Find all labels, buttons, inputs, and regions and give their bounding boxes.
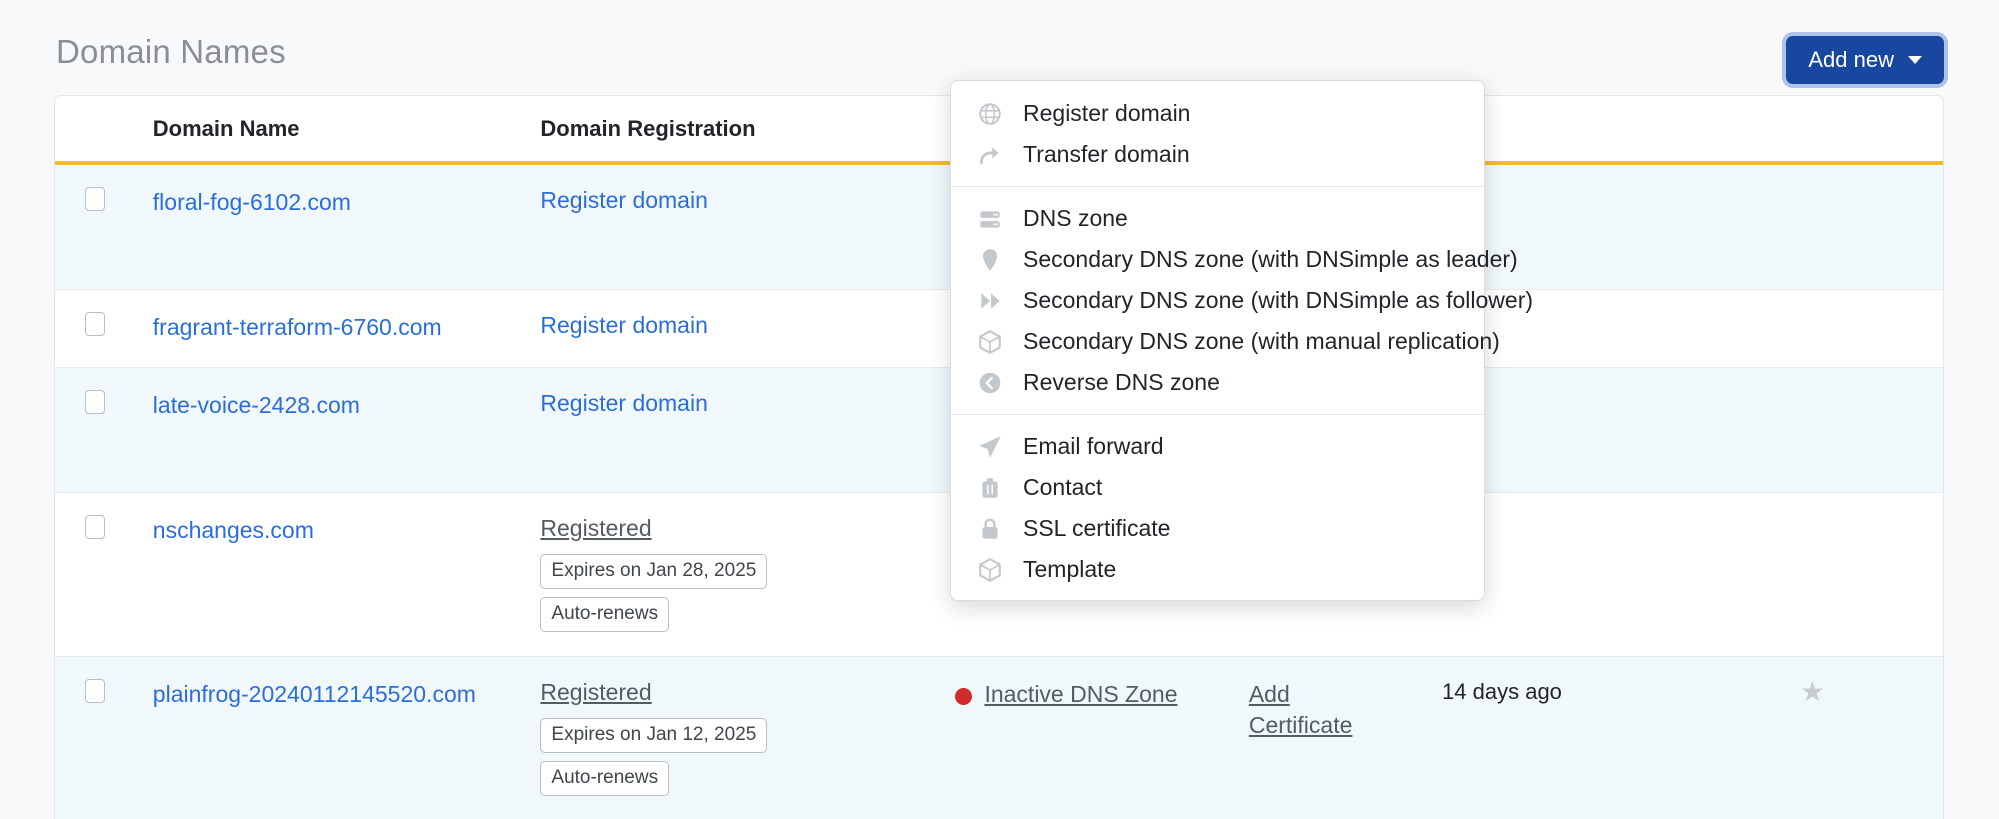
add-new-button[interactable]: Add new — [1786, 36, 1944, 84]
registration-badge: Expires on Jan 28, 2025 — [540, 554, 768, 589]
add-new-dropdown-menu[interactable]: Register domain Transfer domain DNS zone Se… — [950, 80, 1533, 601]
menu-item-label: Register domain — [1023, 100, 1191, 126]
domain-registration-cell: Registered Expires on Jan 12, 2025 Auto-re… — [540, 656, 956, 819]
row-checkbox[interactable] — [85, 390, 105, 414]
menu-item-dns-zone[interactable]: DNS zone — [951, 198, 1484, 239]
register-domain-link[interactable]: Register domain — [540, 187, 707, 213]
domain-name-cell: fragrant-terraform-6760.com — [152, 289, 541, 368]
star-icon[interactable]: ★ — [1800, 676, 1825, 707]
menu-separator — [951, 414, 1484, 415]
menu-item-label: Email forward — [1023, 433, 1164, 459]
row-select-cell — [55, 163, 153, 290]
menu-item-register-domain[interactable]: Register domain — [951, 93, 1484, 134]
column-header-domain-name: Domain Name — [152, 96, 541, 165]
menu-item-secondary-dns-zone-with-dnsimple-as-leader[interactable]: Secondary DNS zone (with DNSimple as lea… — [951, 239, 1518, 280]
arrow-redo-icon — [977, 142, 1003, 168]
dns-status-line: Inactive DNS Zone — [955, 679, 1238, 710]
updated-cell: 14 days ago — [1442, 656, 1800, 819]
registration-badges: Expires on Jan 12, 2025 Auto-renews — [540, 718, 840, 796]
updated-timestamp: 14 days ago — [1442, 679, 1562, 704]
row-checkbox[interactable] — [85, 312, 105, 336]
domain-registration-cell: Register domain — [540, 367, 956, 493]
domain-name-link[interactable]: fragrant-terraform-6760.com — [153, 314, 442, 340]
registration-status-link[interactable]: Registered — [540, 515, 651, 541]
caret-down-icon — [1908, 56, 1922, 64]
column-header-domain-registration: Domain Registration — [540, 96, 956, 165]
menu-item-label: Template — [1023, 556, 1117, 582]
briefcase-icon — [977, 475, 1003, 501]
register-domain-link[interactable]: Register domain — [540, 390, 707, 416]
double-arrow-icon — [977, 288, 1003, 314]
cube-icon — [977, 557, 1003, 583]
row-select-cell — [55, 367, 153, 493]
row-select-cell — [55, 289, 153, 368]
menu-item-label: Secondary DNS zone (with manual replicat… — [1023, 328, 1500, 354]
register-domain-link[interactable]: Register domain — [540, 312, 707, 338]
page-title: Domain Names — [56, 33, 286, 70]
add-new-label: Add new — [1808, 47, 1894, 72]
menu-item-secondary-dns-zone-with-dnsimple-as-follower[interactable]: Secondary DNS zone (with DNSimple as fol… — [951, 280, 1533, 321]
updated-cell — [1442, 492, 1800, 657]
lock-icon — [977, 516, 1003, 542]
favorite-cell — [1799, 492, 1943, 657]
menu-item-template[interactable]: Template — [951, 549, 1484, 590]
status-dot-inactive-icon — [955, 688, 973, 705]
add-certificate-link[interactable]: Add Certificate — [1249, 679, 1379, 741]
dns-zone-status-link[interactable]: Inactive DNS Zone — [984, 679, 1177, 710]
globe-icon — [977, 101, 1003, 127]
column-header-updated — [1442, 96, 1800, 165]
ssl-certificate-cell: Add Certificate — [1248, 656, 1443, 819]
menu-item-label: SSL certificate — [1023, 515, 1171, 541]
menu-item-transfer-domain[interactable]: Transfer domain — [951, 134, 1484, 175]
paper-plane-icon — [977, 434, 1003, 460]
menu-item-ssl-certificate[interactable]: SSL certificate — [951, 508, 1484, 549]
updated-cell — [1442, 367, 1800, 493]
row-checkbox[interactable] — [85, 515, 105, 539]
favorite-cell: ★ — [1799, 656, 1943, 819]
column-header-select — [55, 96, 153, 165]
domain-name-cell: late-voice-2428.com — [152, 367, 541, 493]
menu-item-label: Reverse DNS zone — [1023, 369, 1220, 395]
domain-name-link[interactable]: nschanges.com — [153, 517, 314, 543]
domain-name-cell: plainfrog-20240112145520.com — [152, 656, 541, 819]
domain-name-cell: floral-fog-6102.com — [152, 163, 541, 290]
registration-badge: Auto-renews — [540, 597, 670, 632]
page-root: Domain Names Add new Domain Name Domain … — [0, 0, 1999, 819]
domain-name-cell: nschanges.com — [152, 492, 541, 657]
domain-name-link[interactable]: late-voice-2428.com — [153, 392, 360, 418]
favorite-cell — [1799, 367, 1943, 493]
domain-registration-cell: Registered Expires on Jan 28, 2025 Auto-re… — [540, 492, 956, 657]
server-icon — [977, 206, 1003, 232]
row-select-cell — [55, 492, 153, 657]
menu-item-label: Secondary DNS zone (with DNSimple as lea… — [1023, 246, 1518, 272]
menu-item-email-forward[interactable]: Email forward — [951, 426, 1484, 467]
menu-item-secondary-dns-zone-with-manual-replication[interactable]: Secondary DNS zone (with manual replicat… — [951, 321, 1500, 362]
menu-item-reverse-dns-zone[interactable]: Reverse DNS zone — [951, 362, 1484, 403]
table-row: plainfrog-20240112145520.com Registered Ex… — [55, 656, 1943, 819]
menu-separator — [951, 186, 1484, 187]
row-checkbox[interactable] — [85, 187, 105, 211]
domain-registration-cell: Register domain — [540, 289, 956, 368]
domain-registration-cell: Register domain — [540, 163, 956, 290]
menu-item-contact[interactable]: Contact — [951, 467, 1484, 508]
row-checkbox[interactable] — [85, 679, 105, 703]
favorite-cell — [1799, 163, 1943, 290]
menu-item-label: Contact — [1023, 474, 1103, 500]
domain-name-link[interactable]: plainfrog-20240112145520.com — [153, 681, 476, 707]
menu-item-label: DNS zone — [1023, 205, 1128, 231]
column-header-star — [1799, 96, 1943, 165]
dns-zones-cell: Inactive DNS Zone — [955, 656, 1249, 819]
arrow-left-circle-icon — [977, 370, 1003, 396]
menu-item-label: Secondary DNS zone (with DNSimple as fol… — [1023, 287, 1534, 313]
map-pin-icon — [977, 247, 1003, 273]
registration-badges: Expires on Jan 28, 2025 Auto-renews — [540, 554, 840, 632]
registration-badge: Auto-renews — [540, 761, 670, 796]
domain-name-link[interactable]: floral-fog-6102.com — [153, 189, 351, 215]
row-select-cell — [55, 656, 153, 819]
menu-item-label: Transfer domain — [1023, 141, 1190, 167]
favorite-cell — [1799, 289, 1943, 368]
cube-icon — [977, 329, 1003, 355]
registration-status-link[interactable]: Registered — [540, 679, 651, 705]
registration-badge: Expires on Jan 12, 2025 — [540, 718, 768, 753]
